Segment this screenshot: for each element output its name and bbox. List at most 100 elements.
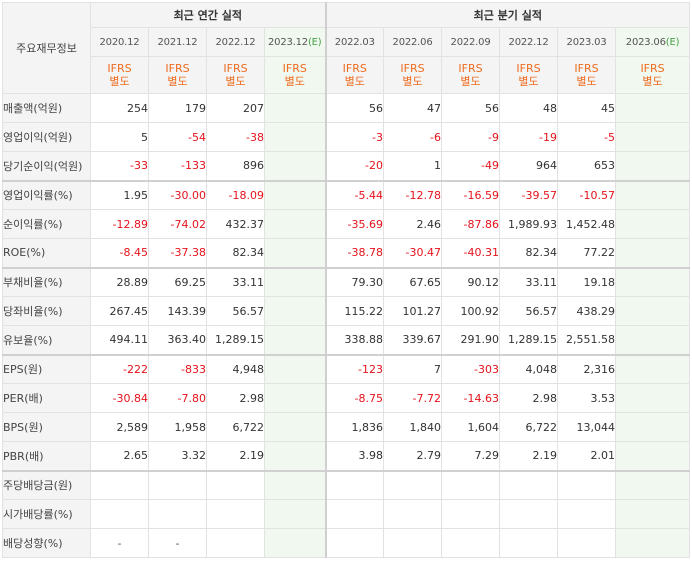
value-cell (263, 325, 327, 355)
value-cell: -7.80 (148, 383, 207, 413)
table-row: BPS(원) 2,589 1,958 6,722 1,836 1,840 1,604 6,72… (2, 412, 691, 442)
value-cell: 267.45 (90, 296, 149, 326)
value-cell: 77.22 (557, 238, 617, 268)
value-cell: -10.57 (557, 179, 617, 210)
value-cell (615, 122, 691, 152)
value-cell: -9 (441, 122, 501, 152)
value-cell: 2.98 (499, 383, 559, 413)
value-cell (615, 353, 691, 384)
value-cell (557, 528, 617, 558)
value-cell: 56 (324, 93, 385, 123)
table-row: 영업이익률(%) 1.95 -30.00 -18.09 -5.44 -12.78 -16.5… (2, 179, 691, 210)
value-cell: 2,551.58 (557, 325, 617, 355)
value-cell (324, 499, 385, 529)
value-cell: 13,044 (557, 412, 617, 442)
table-row: 매출액(억원) 254 179 207 56 47 56 48 45 (2, 93, 691, 123)
value-cell (263, 296, 327, 326)
value-cell: 291.90 (441, 325, 501, 355)
value-cell: -40.31 (441, 238, 501, 268)
row-label: 영업이익(억원) (2, 122, 91, 152)
period-header-row: 2020.12 2021.12 2022.12 2023.12(E) 2022.… (3, 27, 691, 57)
quarterly-section-title: 최근 분기 실적 (324, 2, 691, 28)
value-cell: 47 (383, 93, 443, 123)
value-cell: 3.53 (557, 383, 617, 413)
value-cell (499, 469, 559, 500)
value-cell: 67.65 (383, 266, 443, 297)
value-cell (615, 412, 691, 442)
period-quarter-estimate: 2023.06(E) (615, 27, 691, 57)
row-label: 주당배당금(원) (2, 469, 91, 500)
value-cell (557, 499, 617, 529)
value-cell (263, 499, 327, 529)
value-cell: 432.37 (206, 209, 265, 239)
value-cell: 1.95 (90, 179, 149, 210)
table-row: EPS(원) -222 -833 4,948 -123 7 -303 4,048 2,316 (2, 353, 691, 384)
ifrs-label-cell: IFRS 별도 (383, 56, 443, 94)
ifrs-label-cell: IFRS 별도 (90, 56, 149, 94)
value-cell: 896 (206, 151, 265, 181)
ifrs-label-cell: IFRS 별도 (148, 56, 207, 94)
value-cell (263, 412, 327, 442)
value-cell (557, 469, 617, 500)
ifrs-scope-label: 별도 (167, 75, 188, 88)
value-cell: -12.89 (90, 209, 149, 239)
value-cell (615, 151, 691, 181)
ifrs-standard-label: IFRS (282, 62, 307, 75)
value-cell: 7.29 (441, 441, 501, 471)
ifrs-row: IFRS 별도 IFRS 별도 IFRS 별도 IFRS 별도 IFRS 별도 IFRS 별도 IFRS… (3, 56, 691, 94)
value-cell (441, 499, 501, 529)
value-cell: -39.57 (499, 179, 559, 210)
value-cell: -20 (324, 151, 385, 181)
value-cell: -19 (499, 122, 559, 152)
ifrs-scope-label: 별도 (109, 75, 130, 88)
table-row: ROE(%) -8.45 -37.38 82.34 -38.78 -30.47 -40.31… (2, 238, 691, 268)
value-cell: 254 (90, 93, 149, 123)
value-cell (263, 93, 327, 123)
value-cell: 6,722 (206, 412, 265, 442)
period-annual-estimate: 2023.12(E) (263, 27, 327, 57)
value-cell: 363.40 (148, 325, 207, 355)
value-cell: -303 (441, 353, 501, 384)
value-cell: -18.09 (206, 179, 265, 210)
row-label: ROE(%) (2, 238, 91, 268)
value-cell: 115.22 (324, 296, 385, 326)
ifrs-scope-label: 별도 (576, 75, 597, 88)
estimate-mark: (E) (665, 36, 680, 48)
value-cell (615, 383, 691, 413)
value-cell (324, 469, 385, 500)
value-cell: 1,604 (441, 412, 501, 442)
table-row: 영업이익(억원) 5 -54 -38 -3 -6 -9 -19 -5 (2, 122, 691, 152)
ifrs-standard-label: IFRS (342, 62, 367, 75)
table-row: 유보율(%) 494.11 363.40 1,289.15 338.88 339.67 29… (2, 325, 691, 355)
value-cell: 5 (90, 122, 149, 152)
row-label: PER(배) (2, 383, 91, 413)
table-row: PER(배) -30.84 -7.80 2.98 -8.75 -7.72 -14.63 2.9… (2, 383, 691, 413)
value-cell: 2.46 (383, 209, 443, 239)
value-cell: 7 (383, 353, 443, 384)
value-cell (615, 441, 691, 471)
value-cell: 339.67 (383, 325, 443, 355)
value-cell (324, 528, 385, 558)
value-cell: 179 (148, 93, 207, 123)
value-cell: -49 (441, 151, 501, 181)
row-label: 부채비율(%) (2, 266, 91, 297)
value-cell: 69.25 (148, 266, 207, 297)
value-cell: 1,958 (148, 412, 207, 442)
value-cell: -123 (324, 353, 385, 384)
value-cell (615, 266, 691, 297)
period-quarter-1: 2022.03 (324, 27, 385, 57)
value-cell (615, 528, 691, 558)
value-cell: -54 (148, 122, 207, 152)
value-cell: 100.92 (441, 296, 501, 326)
table-row: PBR(배) 2.65 3.32 2.19 3.98 2.79 7.29 2.19 2.01 (2, 441, 691, 471)
ifrs-standard-label: IFRS (516, 62, 541, 75)
ifrs-label-cell: IFRS 별도 (441, 56, 501, 94)
ifrs-standard-label: IFRS (165, 62, 190, 75)
value-cell: 1,836 (324, 412, 385, 442)
value-cell: -133 (148, 151, 207, 181)
value-cell: -6 (383, 122, 443, 152)
value-cell (148, 499, 207, 529)
value-cell: -33 (90, 151, 149, 181)
value-cell: 79.30 (324, 266, 385, 297)
value-cell (263, 469, 327, 500)
